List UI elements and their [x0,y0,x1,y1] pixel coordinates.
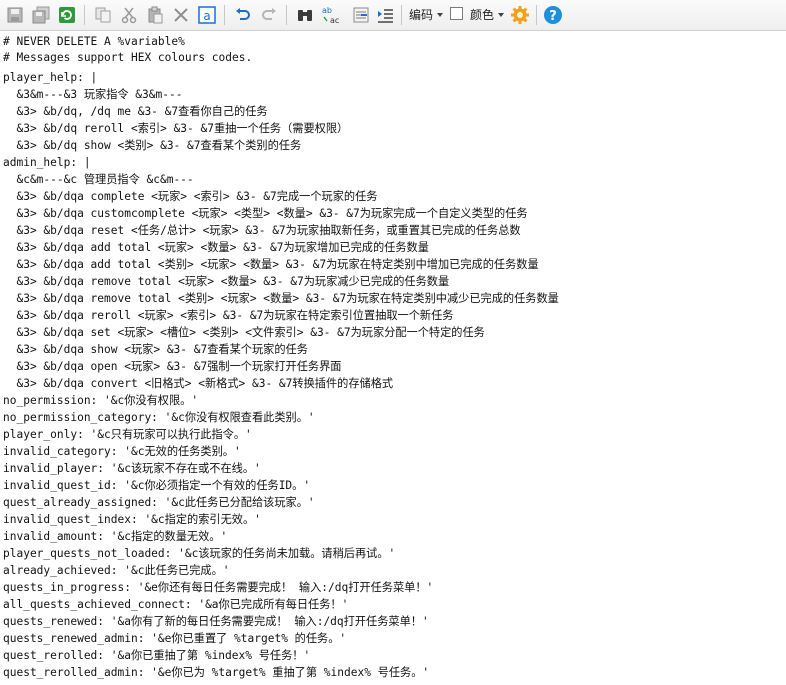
code-line: &3> &b/dqa remove total <玩家> <数量> &3- &7… [3,275,450,288]
code-line: &3> &b/dqa reset <任务/总计> <玩家> &3- &7为玩家抽… [3,224,521,237]
code-line: &3> &b/dqa open <玩家> &3- &7强制一个玩家打开任务界面 [3,360,342,373]
help-icon[interactable]: ? [542,4,564,26]
code-line: player_only: '&c只有玩家可以执行此指令。' [3,428,252,441]
code-line: already_achieved: '&c此任务已完成。' [3,564,230,577]
code-line: all_quests_achieved_connect: '&a你已完成所有每日… [3,598,349,611]
svg-text:ac: ac [330,16,339,25]
code-line: invalid_quest_id: '&c你必须指定一个有效的任务ID。' [3,479,311,492]
code-line: quest_rerolled_admin: '&e你已为 %target% 重抽… [3,666,430,679]
code-line: &3> &b/dqa remove total <类别> <玩家> <数量> &… [3,292,559,305]
redo-icon[interactable] [258,4,280,26]
code-line: invalid_quest_index: '&c指定的索引无效。' [3,513,261,526]
code-line: &3&m---&3 玩家指令 &3&m--- [3,88,183,101]
code-line: invalid_category: '&c无效的任务类别。' [3,445,241,458]
indent-icon[interactable] [374,4,396,26]
code-line: admin_help: | [3,156,91,169]
code-line: no_permission: '&c你没有权限。' [3,394,199,407]
settings-gear-icon[interactable] [509,4,531,26]
toolbar-separator [224,5,225,25]
code-line: invalid_amount: '&c指定的数量无效。' [3,530,228,543]
toolbar-separator [401,5,402,25]
code-line: &3> &b/dqa set <玩家> <槽位> <类别> <文件索引> &3-… [3,326,485,339]
find-icon[interactable] [294,4,316,26]
code-line: &3> &b/dqa add total <类别> <玩家> <数量> &3- … [3,258,539,271]
code-line: quests_renewed: '&a你有了新的每日任务需要完成！ 输入:/dq… [3,615,429,628]
encoding-dropdown-caret[interactable] [437,13,443,17]
code-line: quests_in_progress: '&e你还有每日任务需要完成！ 输入:/… [3,581,434,594]
code-line: # Messages support HEX colours codes. [3,51,253,64]
code-line: &3> &b/dqa reroll <玩家> <索引> &3- &7为玩家在特定… [3,309,454,322]
code-line: &3> &b/dq reroll <索引> &3- &7重抽一个任务（需要权限） [3,122,349,135]
code-line: &3> &b/dq show <类别> &3- &7查看某个类别的任务 [3,139,302,152]
svg-text:a: a [203,9,210,23]
toolbar-separator [286,5,287,25]
paste-icon[interactable] [144,4,166,26]
code-line: invalid_player: '&c该玩家不存在或不在线。' [3,462,261,475]
color-dropdown-label[interactable]: 颜色 [470,8,494,22]
refresh-icon[interactable] [56,4,78,26]
toolbar: a ab ac 编码 颜色 ? [0,0,786,31]
code-line: quests_renewed_admin: '&e你已重置了 %target% … [3,632,347,645]
cut-icon[interactable] [118,4,140,26]
toolbar-separator [84,5,85,25]
color-dropdown-caret[interactable] [498,13,504,17]
save-all-icon[interactable] [30,4,52,26]
code-editor[interactable]: # NEVER DELETE A %variable% # Messages su… [0,31,786,685]
encoding-dropdown-label[interactable]: 编码 [409,8,433,22]
text-editor-window: a ab ac 编码 颜色 ? # NEVER DELETE A %variab… [0,0,786,685]
code-line: &3> &b/dqa customcomplete <玩家> <类型> <数量>… [3,207,528,220]
code-line: &c&m---&c 管理员指令 &c&m--- [3,173,194,186]
copy-icon[interactable] [92,4,114,26]
replace-icon[interactable]: ab ac [320,4,346,26]
save-icon[interactable] [4,4,26,26]
toolbar-separator [536,5,537,25]
svg-text:ab: ab [322,6,332,15]
code-line: &3> &b/dqa convert <旧格式> <新格式> &3- &7转换插… [3,377,394,390]
code-line: no_permission_category: '&c你没有权限查看此类别。' [3,411,315,424]
code-line: &3> &b/dqa add total <玩家> <数量> &3- &7为玩家… [3,241,429,254]
code-line: &3> &b/dqa complete <玩家> <索引> &3- &7完成一个… [3,190,378,203]
delete-icon[interactable] [170,4,192,26]
code-line: player_quests_not_loaded: '&c该玩家的任务尚未加载。… [3,547,396,560]
undo-icon[interactable] [232,4,254,26]
code-line: quest_rerolled: '&a你已重抽了第 %index% 号任务！' [3,649,311,662]
goto-icon[interactable] [350,4,372,26]
code-line: # NEVER DELETE A %variable% [3,35,185,48]
svg-text:?: ? [549,9,557,24]
text-a-icon[interactable]: a [196,4,218,26]
code-line: &3> &b/dqa show <玩家> &3- &7查看某个玩家的任务 [3,343,308,356]
code-line: player_help: | [3,71,98,84]
color-checkbox[interactable] [450,7,463,20]
code-line: quest_already_assigned: '&c此任务已分配给该玩家。' [3,496,315,509]
code-line: &3> &b/dq, /dq me &3- &7查看你自己的任务 [3,105,268,118]
